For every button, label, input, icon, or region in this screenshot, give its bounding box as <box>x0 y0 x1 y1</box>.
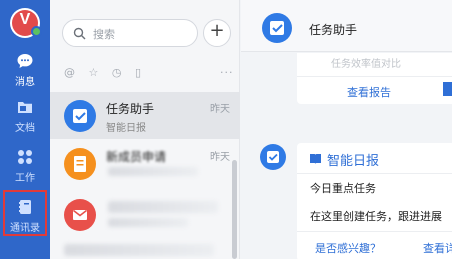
sidebar-item-label: 文档 <box>15 123 35 134</box>
create-task-text: 在这里创建任务，跟进进展 <box>310 210 442 223</box>
book-icon <box>310 154 321 164</box>
chat-pane: 任务助手 任务效率值对比 查看报告 智能日报 今日重点任务 在这里创建任务，跟进… <box>241 0 452 259</box>
task-check-icon <box>73 109 87 123</box>
key-tasks-text: 今日重点任务 <box>310 182 376 195</box>
search-icon <box>73 27 86 40</box>
view-report-link[interactable]: 查看报告 <box>347 84 391 100</box>
task-check-icon <box>267 151 279 163</box>
online-status-icon <box>31 26 42 37</box>
list-item-mail[interactable] <box>50 191 240 238</box>
task-assistant-avatar <box>262 13 292 43</box>
chat-header: 任务助手 <box>241 0 452 52</box>
blurred-row <box>64 244 214 256</box>
grid-apps-icon <box>18 150 32 164</box>
file-filter-icon[interactable]: ▯ <box>135 66 141 79</box>
daily-report-card: 智能日报 今日重点任务 在这里创建任务，跟进进展 是否感兴趣？ 查看详 <box>297 143 452 259</box>
chat-title: 任务助手 <box>309 23 358 37</box>
interested-link[interactable]: 是否感兴趣？ <box>315 240 381 256</box>
conversation-title: 新成员申请 <box>106 150 167 164</box>
mail-avatar <box>64 199 96 231</box>
star-filter-icon[interactable]: ☆ <box>89 66 99 79</box>
conversation-title: 任务助手 <box>106 102 155 116</box>
add-button[interactable]: + <box>203 19 231 47</box>
divider <box>297 173 452 174</box>
blurred-preview <box>108 167 198 176</box>
document-icon <box>74 156 86 172</box>
sidebar-item-work[interactable]: 工作 <box>0 148 50 184</box>
chat-bubble-icon <box>17 54 33 68</box>
scrollbar[interactable] <box>232 160 237 259</box>
conversation-subtitle: 智能日报 <box>106 123 146 134</box>
conversation-list-pane: 搜索 + @ ☆ ◷ ▯ ··· 任务助手 智能日报 昨天 新成员申请 昨天 <box>50 0 240 259</box>
search-placeholder: 搜索 <box>93 28 115 41</box>
daily-report-title: 智能日报 <box>327 154 380 169</box>
highlight-box <box>3 190 47 236</box>
folder-icon <box>18 102 32 113</box>
blurred-preview <box>108 218 188 227</box>
nav-rail: V 消息 文档 工作 通讯录 <box>0 0 50 259</box>
report-card: 任务效率值对比 查看报告 <box>297 53 452 104</box>
sidebar-item-label: 工作 <box>15 173 35 184</box>
card-edge-marker <box>443 82 452 96</box>
search-input[interactable]: 搜索 <box>62 19 198 47</box>
divider <box>297 76 452 77</box>
new-member-avatar <box>64 148 96 180</box>
task-check-icon <box>270 21 284 35</box>
more-icon[interactable]: ··· <box>220 66 234 79</box>
sidebar-item-label: 消息 <box>15 77 35 88</box>
conversation-time: 昨天 <box>210 152 230 163</box>
blurred-title <box>108 201 218 213</box>
list-item-task-assistant[interactable]: 任务助手 智能日报 昨天 <box>50 92 240 139</box>
mail-icon <box>73 209 87 220</box>
task-assistant-avatar <box>260 144 286 170</box>
sidebar-item-messages[interactable]: 消息 <box>0 52 50 88</box>
conversation-time: 昨天 <box>210 104 230 115</box>
filter-bar: @ ☆ ◷ ▯ ··· <box>64 66 233 82</box>
clock-filter-icon[interactable]: ◷ <box>112 66 122 79</box>
mention-filter-icon[interactable]: @ <box>64 66 75 79</box>
task-assistant-avatar <box>64 100 96 132</box>
divider <box>297 231 452 232</box>
report-card-text: 任务效率值对比 <box>331 59 401 70</box>
sidebar-item-documents[interactable]: 文档 <box>0 98 50 134</box>
view-details-link[interactable]: 查看详 <box>423 240 452 256</box>
list-item-new-member[interactable]: 新成员申请 昨天 <box>50 140 240 187</box>
